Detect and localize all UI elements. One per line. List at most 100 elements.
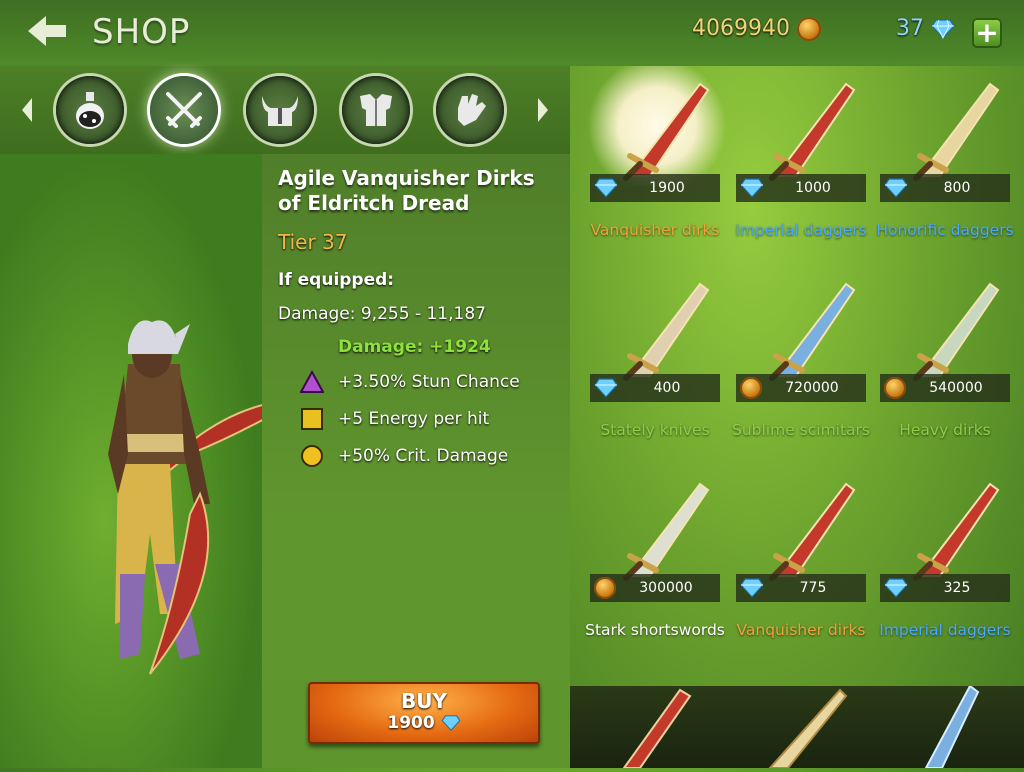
category-potions[interactable]	[56, 76, 124, 144]
item-name: Stately knives	[600, 421, 710, 439]
weapon-icon	[623, 282, 710, 381]
item-name: Vanquisher dirks	[736, 621, 866, 639]
gold-coin-icon	[796, 17, 821, 41]
partial-weapons-icon	[622, 684, 980, 769]
item-price: 800	[943, 180, 971, 196]
chevron-right-icon[interactable]	[530, 96, 550, 124]
damage-range: Damage: 9,255 - 11,187	[278, 304, 486, 324]
stat-row: +50% Crit. Damage	[300, 444, 508, 468]
back-arrow-icon[interactable]	[26, 12, 70, 50]
buy-price: 1900	[308, 713, 540, 733]
weapon-icon	[769, 82, 856, 181]
category-helmets[interactable]	[246, 76, 314, 144]
item-name: Imperial daggers	[735, 221, 867, 239]
buy-button[interactable]: BUY 1900	[308, 682, 540, 744]
gold-coin-icon	[594, 577, 616, 599]
gold-balance: 4069940	[692, 16, 821, 41]
gold-coin-icon	[884, 377, 906, 399]
category-armor[interactable]	[342, 76, 410, 144]
shop-item-card[interactable]: 540000 Heavy dirks	[880, 270, 1016, 470]
shop-item-card[interactable]: 800 Honorific daggers	[876, 70, 1016, 270]
gem-icon	[594, 378, 618, 398]
circle-gem-icon	[301, 445, 323, 467]
item-tier: Tier 37	[278, 230, 348, 254]
weapon-icon	[769, 482, 856, 581]
buy-price-amount: 1900	[387, 713, 435, 733]
shop-item-card[interactable]: 300000 Stark shortswords	[585, 470, 726, 670]
gem-icon	[884, 178, 908, 198]
shop-item-card[interactable]: 775 Vanquisher dirks	[736, 470, 872, 670]
item-price: 540000	[929, 380, 983, 396]
weapon-icon	[623, 482, 710, 581]
weapon-icon	[623, 82, 710, 181]
item-name: Honorific daggers	[876, 221, 1014, 239]
item-name: Agile Vanquisher Dirks of Eldritch Dread	[278, 166, 535, 215]
weapon-icon	[913, 282, 1000, 381]
stat-text: +50% Crit. Damage	[338, 446, 509, 466]
weapon-icon	[913, 82, 1000, 181]
gem-balance: 37	[896, 16, 955, 41]
stat-row: +3.50% Stun Chance	[300, 370, 520, 394]
price-bar: 1000	[736, 174, 866, 202]
gold-coin-icon	[740, 377, 762, 399]
gold-amount: 4069940	[692, 16, 790, 41]
stat-text: +5 Energy per hit	[338, 409, 490, 429]
gem-icon	[441, 715, 461, 731]
item-name: Heavy dirks	[899, 421, 991, 439]
price-bar: 325	[880, 574, 1010, 602]
price-bar: 540000	[880, 374, 1010, 402]
gem-icon	[931, 19, 955, 39]
gem-icon	[740, 578, 764, 598]
gem-icon	[884, 578, 908, 598]
weapon-icon	[769, 282, 856, 381]
item-price: 1900	[649, 180, 685, 196]
shop-item-card[interactable]: 1000 Imperial daggers	[735, 70, 872, 270]
stat-text: +3.50% Stun Chance	[338, 372, 520, 392]
category-weapons[interactable]	[150, 76, 218, 144]
equipped-label: If equipped:	[278, 270, 395, 290]
price-bar: 800	[880, 174, 1010, 202]
item-name: Vanquisher dirks	[590, 221, 720, 239]
damage-bonus: Damage: +1924	[338, 337, 491, 357]
item-price: 325	[943, 580, 971, 596]
category-gloves[interactable]	[436, 76, 504, 144]
buy-label: BUY	[401, 689, 447, 713]
hero-preview	[0, 154, 301, 768]
gauntlet-icon	[458, 94, 486, 126]
price-bar: 300000	[590, 574, 720, 602]
price-bar: 400	[590, 374, 720, 402]
item-name: Stark shortswords	[585, 621, 725, 639]
category-bar	[0, 66, 570, 154]
add-gems-button[interactable]: +	[972, 18, 1002, 48]
top-bar: SHOP 4069940 37 +	[0, 0, 1024, 66]
gem-icon	[594, 178, 618, 198]
item-price: 775	[799, 580, 827, 596]
triangle-gem-icon	[300, 370, 324, 393]
item-name: Sublime scimitars	[731, 421, 870, 439]
item-price: 400	[653, 380, 681, 396]
chest-armor-icon	[360, 94, 392, 126]
gem-icon	[740, 178, 764, 198]
hero-character-icon	[108, 320, 301, 675]
item-price: 300000	[639, 580, 693, 596]
item-grid-next-row	[570, 684, 1024, 769]
square-gem-icon	[301, 408, 323, 430]
shop-item-card[interactable]: 325 Imperial daggers	[879, 470, 1016, 670]
item-price: 1000	[795, 180, 831, 196]
weapon-icon	[913, 482, 1000, 581]
page-title: SHOP	[92, 12, 191, 52]
shop-item-card[interactable]: 720000 Sublime scimitars	[732, 270, 872, 470]
shop-item-card[interactable]: 400 Stately knives	[590, 270, 726, 470]
stat-row: +5 Energy per hit	[300, 407, 489, 431]
gem-amount: 37	[896, 16, 924, 41]
price-bar: 1900	[590, 174, 720, 202]
horned-helmet-icon	[262, 96, 298, 126]
crossed-swords-icon	[166, 92, 202, 128]
item-price: 720000	[785, 380, 839, 396]
price-bar: 775	[736, 574, 866, 602]
price-bar: 720000	[736, 374, 866, 402]
potion-icon	[76, 92, 104, 129]
chevron-left-icon[interactable]	[20, 96, 40, 124]
shop-item-card[interactable]: 1900 Vanquisher dirks	[582, 66, 732, 270]
item-name: Imperial daggers	[879, 621, 1011, 639]
